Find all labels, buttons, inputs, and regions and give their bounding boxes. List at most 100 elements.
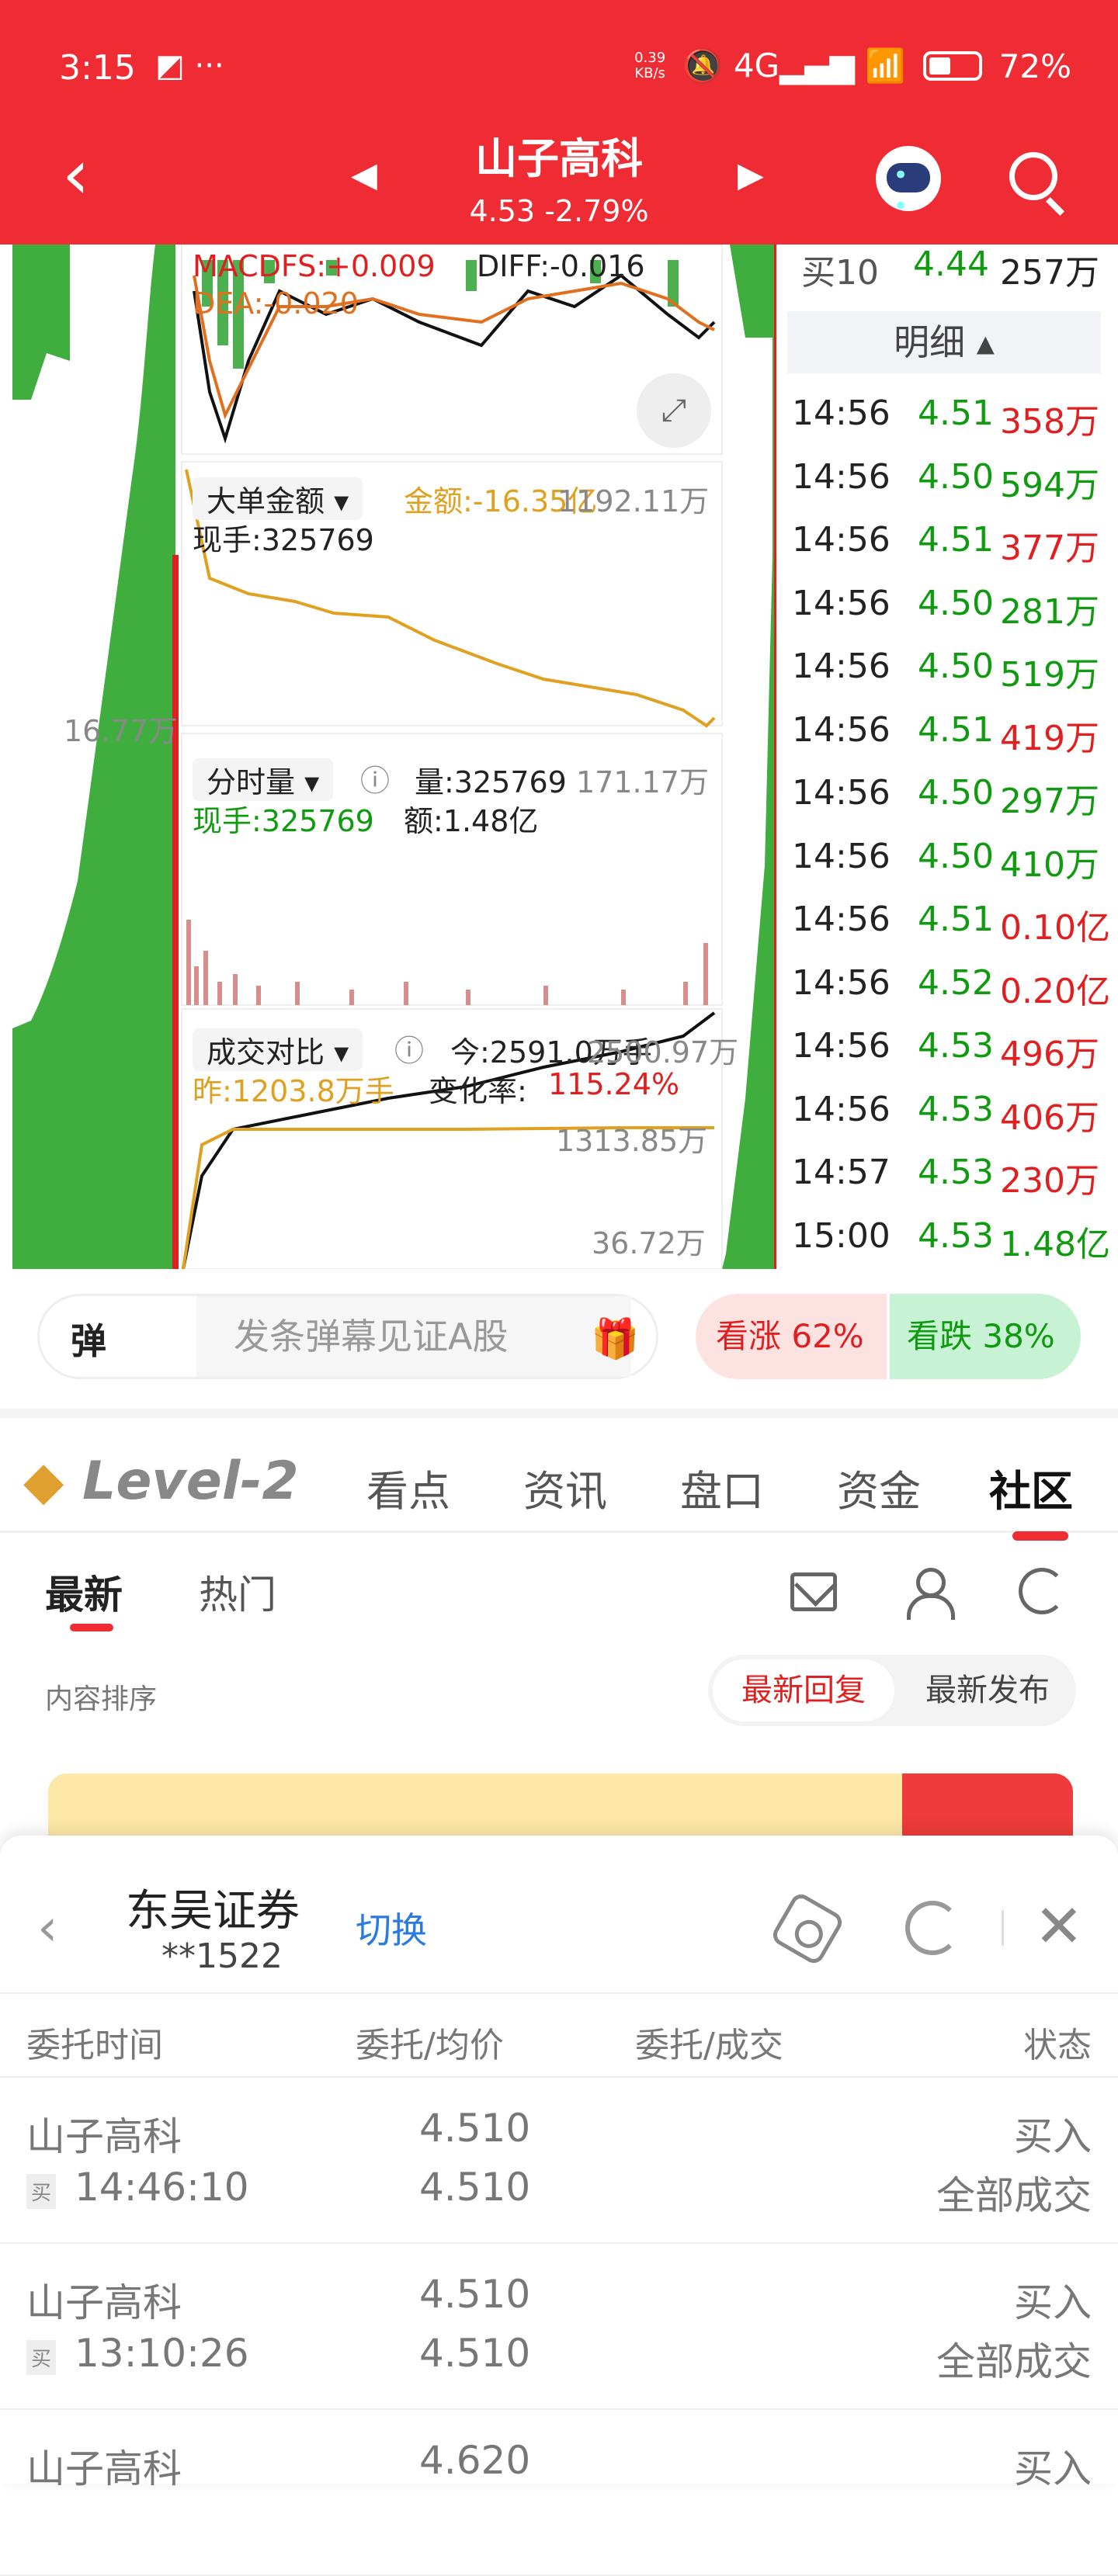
next-stock-button[interactable]: ▶: [738, 155, 764, 195]
trade-volume: 281万: [1000, 591, 1099, 632]
level2-logo: ◆ Level-2: [23, 1451, 299, 1512]
compare-help-icon[interactable]: ⓘ: [394, 1027, 424, 1070]
trade-time: 14:56: [792, 709, 891, 750]
expand-chart-button[interactable]: ⤢: [637, 373, 711, 448]
close-icon[interactable]: ✕: [1034, 1891, 1084, 1961]
buy10-row: 买10 4.44 257万: [801, 244, 1112, 299]
promo-banner[interactable]: [48, 1773, 1073, 1836]
danmu-label: 弹: [71, 1320, 106, 1362]
user-icon[interactable]: [905, 1568, 955, 1620]
status-time: 3:15: [59, 48, 136, 88]
gift-icon[interactable]: 🎁: [591, 1316, 639, 1362]
trade-price: 4.50: [918, 836, 994, 876]
trade-time: 14:56: [792, 836, 891, 876]
compare-axis-max: 2500.97万: [587, 1035, 739, 1070]
trade-row: 14:56 4.51 419万: [792, 710, 1118, 772]
trade-volume: 358万: [1000, 402, 1099, 442]
order-time: 13:10:26: [75, 2331, 249, 2376]
order-stock-name: 山子高科: [26, 2280, 182, 2325]
tab-news[interactable]: 资讯: [523, 1457, 607, 1518]
order-avg-price: 4.510: [419, 2165, 531, 2210]
trade-volume: 0.10亿: [1000, 908, 1110, 948]
trade-price: 4.50: [918, 647, 994, 686]
order-price: 4.620: [419, 2438, 531, 2483]
trade-row: 14:56 4.51 358万: [792, 394, 1118, 456]
tab-orderbook[interactable]: 盘口: [680, 1457, 764, 1518]
mail-icon[interactable]: [790, 1572, 837, 1611]
col-order-fill: 委托/成交: [635, 2026, 783, 2065]
order-status: 全部成交: [936, 2173, 1092, 2218]
trade-volume: 230万: [1000, 1161, 1099, 1201]
left-volume-profile-top: [12, 244, 70, 400]
trade-price: 4.51: [918, 520, 994, 560]
sort-toggle: 最新回复 最新发布: [708, 1655, 1076, 1726]
tab-community[interactable]: 社区: [989, 1457, 1073, 1518]
compare-mid-value: 1313.85万: [556, 1124, 708, 1158]
trade-time: 14:56: [792, 1089, 891, 1129]
trade-time: 14:56: [792, 900, 891, 939]
sheet-refresh-icon[interactable]: [905, 1901, 960, 1955]
trade-row: 14:56 4.50 594万: [792, 457, 1118, 519]
buy10-volume: 257万: [1000, 253, 1099, 293]
red-envelope-image: [902, 1773, 1073, 1836]
buy10-label: 买10: [801, 253, 879, 293]
orders-table-header: 委托时间 委托/均价 委托/成交 状态: [0, 1992, 1118, 2078]
section-tab-bar: ◆ Level-2 看点 资讯 盘口 资金 社区: [0, 1409, 1118, 1541]
order-row[interactable]: 山子高科 4.510 买入 14:46:10 4.510 全部成交 买: [0, 2078, 1118, 2244]
trade-row: 14:56 4.50 281万: [792, 584, 1118, 646]
trade-price: 4.53: [918, 1215, 994, 1256]
order-side: 买入: [1014, 2446, 1092, 2491]
trade-row: 14:56 4.50 519万: [792, 647, 1118, 709]
bearish-vote-button[interactable]: 看跌 38%: [890, 1294, 1081, 1379]
sheet-back-button[interactable]: ‹: [37, 1898, 57, 1957]
broker-account: **1522: [161, 1936, 283, 1976]
sort-latest-reply[interactable]: 最新回复: [713, 1659, 894, 1721]
order-stock-name: 山子高科: [26, 2446, 182, 2491]
large-order-selector[interactable]: 大单金额 ▾: [193, 477, 363, 520]
trade-row: 14:56 4.51 377万: [792, 520, 1118, 582]
sort-latest-publish[interactable]: 最新发布: [902, 1659, 1073, 1721]
trade-row: 14:56 4.50 410万: [792, 837, 1118, 899]
bullish-vote-button[interactable]: 看涨 62%: [696, 1294, 887, 1379]
trade-price: 4.50: [918, 456, 994, 497]
battery-icon: [922, 51, 982, 81]
trade-detail-panel[interactable]: 买10 4.44 257万 明细 ▴ 14:56 4.51 358万 14:56 4.5…: [776, 244, 1118, 1269]
tab-highlights[interactable]: 看点: [366, 1457, 450, 1518]
order-side: 买入: [1014, 2114, 1092, 2159]
sort-label: 内容排序: [45, 1683, 158, 1715]
volume-help-icon[interactable]: ⓘ: [360, 757, 390, 799]
compare-change-rate: 115.24%: [548, 1067, 680, 1101]
trade-row: 14:56 4.52 0.20亿: [792, 963, 1118, 1025]
volume-amount: 额:1.48亿: [404, 804, 539, 838]
stock-name: 山子高科: [475, 134, 643, 183]
buy10-price: 4.44: [913, 244, 989, 284]
search-icon[interactable]: [1009, 152, 1057, 200]
volume-selector[interactable]: 分时量 ▾: [193, 758, 334, 801]
danmu-input-box[interactable]: 弹 发条弹幕见证A股 🎁: [37, 1294, 658, 1379]
switch-account-button[interactable]: 切换: [356, 1902, 427, 1954]
robot-assistant-icon[interactable]: [876, 146, 941, 222]
subtab-hot[interactable]: 热门: [199, 1564, 276, 1620]
subtab-latest[interactable]: 最新: [45, 1564, 123, 1620]
danmu-bar: 弹 发条弹幕见证A股 🎁 看涨 62% 看跌 38%: [0, 1269, 1118, 1409]
trade-volume: 410万: [1000, 844, 1099, 885]
trade-row: 14:57 4.53 230万: [792, 1153, 1118, 1215]
status-bar: 3:15 ◩ ··· 0.39 KB/s 🔕 4G▂▄▆ 📶 72%: [0, 0, 1118, 140]
order-row[interactable]: 山子高科 4.620 买入: [0, 2410, 1118, 2576]
trade-price: 4.52: [918, 962, 994, 1003]
danmu-input[interactable]: 发条弹幕见证A股: [196, 1296, 631, 1377]
detail-tab[interactable]: 明细 ▴: [787, 311, 1101, 373]
macd-value: MACDFS:+0.009: [193, 249, 436, 283]
settings-icon[interactable]: [769, 1890, 846, 1968]
tab-funds[interactable]: 资金: [837, 1457, 921, 1518]
trade-time: 14:56: [792, 647, 891, 686]
compare-selector[interactable]: 成交对比 ▾: [193, 1028, 363, 1071]
compare-yesterday: 昨:1203.8万手: [193, 1074, 394, 1108]
trade-volume: 0.20亿: [1000, 971, 1110, 1011]
order-row[interactable]: 山子高科 4.510 买入 13:10:26 4.510 全部成交 买: [0, 2244, 1118, 2410]
trade-time: 14:56: [792, 456, 891, 497]
stock-quote: 4.53 -2.79%: [469, 194, 649, 228]
order-price: 4.510: [419, 2106, 531, 2151]
refresh-icon[interactable]: [1019, 1568, 1065, 1614]
trade-volume: 406万: [1000, 1097, 1099, 1138]
